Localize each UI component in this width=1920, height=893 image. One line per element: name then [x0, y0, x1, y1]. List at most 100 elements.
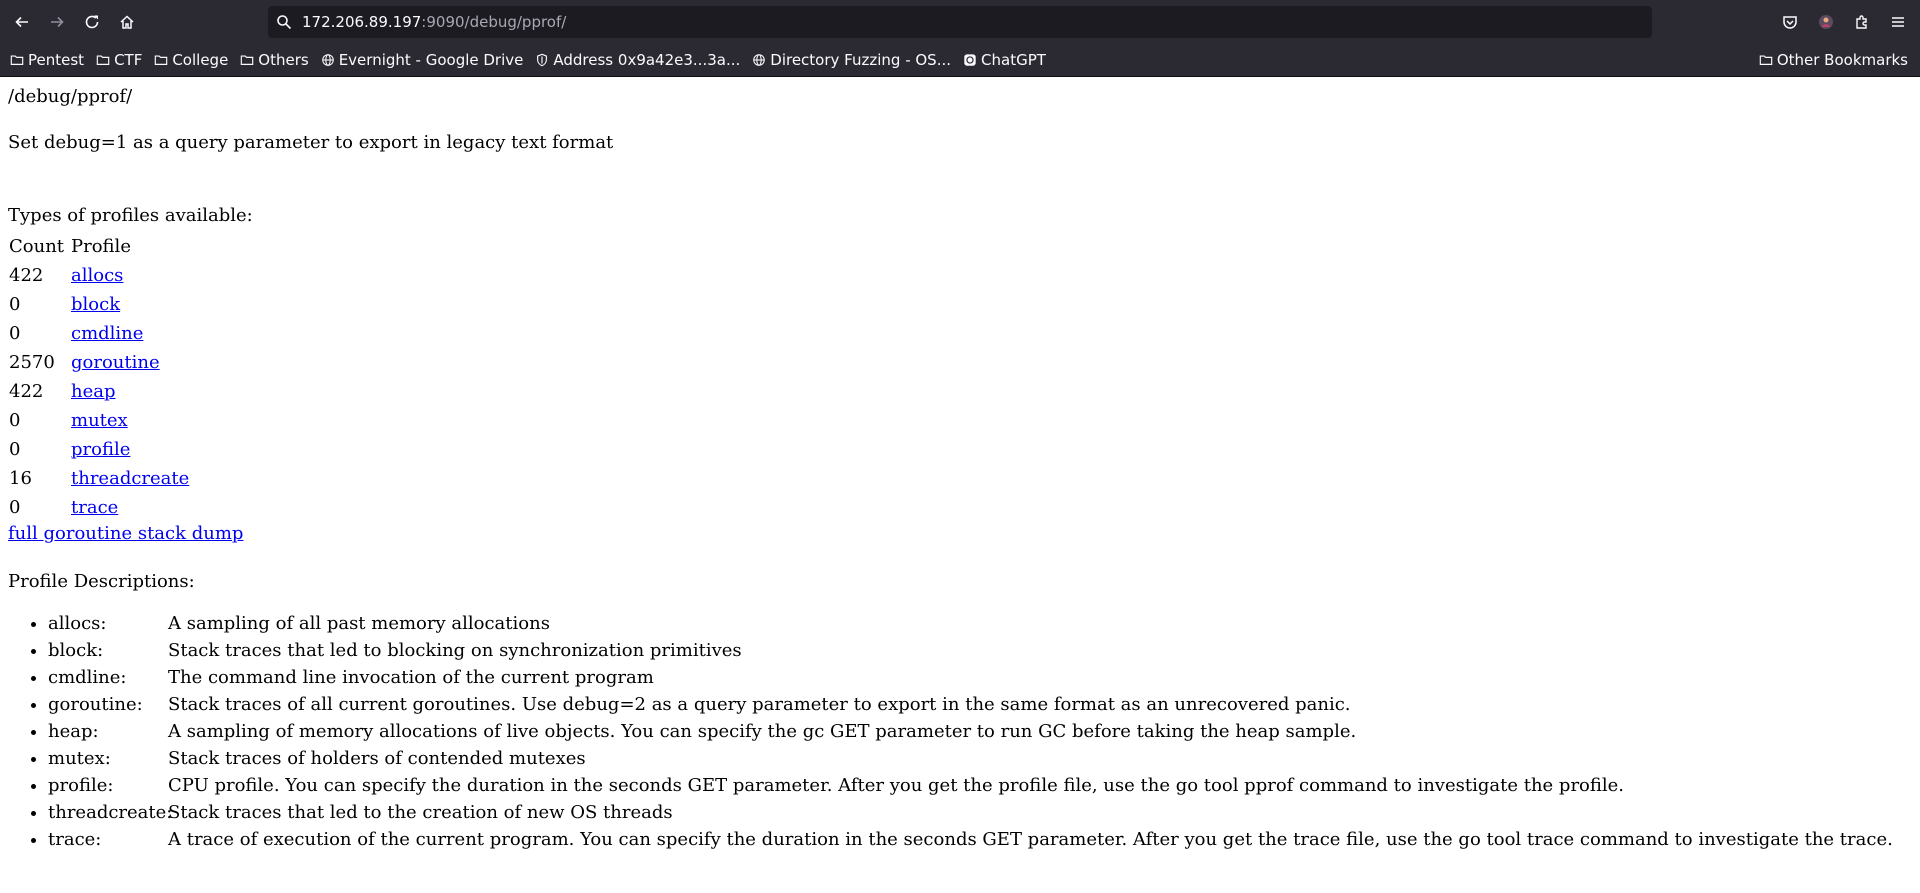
pocket-button[interactable]	[1774, 6, 1806, 38]
table-row: 422 allocs	[8, 262, 190, 289]
profile-count: 0	[9, 294, 21, 315]
reload-icon	[85, 15, 99, 29]
list-item: heap: A sampling of memory allocations of…	[48, 718, 1912, 745]
list-item: cmdline: The command line invocation of t…	[48, 664, 1912, 691]
full-goroutine-stack-dump-link[interactable]: full goroutine stack dump	[8, 522, 1912, 546]
profile-cell: threadcreate	[70, 465, 190, 492]
description-text: Stack traces of holders of contended mut…	[168, 748, 586, 769]
description-name: profile:	[48, 775, 114, 796]
bookmark-label: Directory Fuzzing - OS...	[770, 51, 952, 69]
profile-cell: cmdline	[70, 320, 190, 347]
profile-count: 422	[9, 381, 44, 402]
extensions-button[interactable]	[1846, 6, 1878, 38]
page-heading: /debug/pprof/	[8, 86, 133, 107]
table-row: 0 mutex	[8, 407, 190, 434]
bookmark-item[interactable]: Evernight - Google Drive	[315, 46, 530, 74]
bookmark-item[interactable]: Address 0x9a42e3...3a...	[529, 46, 746, 74]
description-text: Stack traces that led to blocking on syn…	[168, 640, 742, 661]
table-row: 0 block	[8, 291, 190, 318]
bookmark-label: CTF	[114, 51, 143, 69]
intro-text: Set debug=1 as a query parameter to expo…	[8, 132, 614, 153]
profile-cell: profile	[70, 436, 190, 463]
menu-button[interactable]	[1882, 6, 1914, 38]
other-bookmarks-label: Other Bookmarks	[1776, 51, 1908, 69]
profile-count: 0	[9, 410, 21, 431]
table-row: 0 profile	[8, 436, 190, 463]
table-header-row: Count Profile	[8, 233, 190, 260]
browser-toolbar: 172.206.89.197:9090/debug/pprof/	[0, 0, 1920, 44]
description-name: mutex:	[48, 748, 111, 769]
list-item: mutex: Stack traces of holders of contend…	[48, 745, 1912, 772]
forward-button[interactable]	[41, 6, 73, 38]
arrow-left-icon	[15, 16, 28, 28]
description-text: A sampling of memory allocations of live…	[168, 721, 1357, 742]
url-host: 172.206.89.197	[302, 13, 422, 31]
toolbar-right	[1770, 6, 1920, 38]
profile-link-mutex[interactable]: mutex	[71, 410, 128, 431]
reload-button[interactable]	[76, 6, 108, 38]
description-name: cmdline:	[48, 667, 127, 688]
profile-count: 422	[9, 265, 44, 286]
puzzle-icon	[1856, 15, 1867, 29]
description-name: goroutine:	[48, 694, 143, 715]
profile-link-threadcreate[interactable]: threadcreate	[71, 468, 189, 489]
back-button[interactable]	[6, 6, 38, 38]
arrow-right-icon	[51, 16, 64, 28]
bookmark-item[interactable]: College	[148, 46, 234, 74]
list-item: allocs: A sampling of all past memory all…	[48, 610, 1912, 637]
other-bookmarks[interactable]: Other Bookmarks	[1753, 46, 1914, 74]
bookmark-item[interactable]: CTF	[90, 46, 148, 74]
chatgpt-icon	[964, 54, 976, 66]
account-button[interactable]	[1810, 6, 1842, 38]
table-row: 2570 goroutine	[8, 349, 190, 376]
profile-count: 16	[9, 468, 32, 489]
search-icon	[277, 15, 292, 30]
bookmarks-bar: Pentest CTF College Others Evernight - Googl…	[0, 44, 1920, 77]
url-path: :9090/debug/pprof/	[421, 13, 567, 31]
list-item: goroutine: Stack traces of all current go…	[48, 691, 1912, 718]
profile-cell: goroutine	[70, 349, 190, 376]
description-text: CPU profile. You can specify the duratio…	[168, 775, 1625, 796]
description-name: heap:	[48, 721, 99, 742]
profile-link-heap[interactable]: heap	[71, 381, 116, 402]
profile-link-goroutine[interactable]: goroutine	[71, 352, 160, 373]
profile-cell: mutex	[70, 407, 190, 434]
description-text: Stack traces that led to the creation of…	[168, 802, 673, 823]
profile-header: Profile	[71, 236, 131, 257]
bookmark-label: ChatGPT	[981, 51, 1046, 69]
page-content: /debug/pprof/ Set debug=1 as a query par…	[0, 85, 1920, 853]
home-button[interactable]	[111, 6, 143, 38]
descriptions-list: allocs: A sampling of all past memory all…	[8, 610, 1912, 853]
profile-link-allocs[interactable]: allocs	[71, 265, 123, 286]
bookmark-label: Pentest	[28, 51, 85, 69]
url-bar[interactable]: 172.206.89.197:9090/debug/pprof/	[268, 6, 1652, 38]
profile-link-block[interactable]: block	[71, 294, 120, 315]
bookmark-label: Address 0x9a42e3...3a...	[553, 51, 741, 69]
bookmark-item[interactable]: Others	[234, 46, 314, 74]
list-item: block: Stack traces that led to blocking …	[48, 637, 1912, 664]
profile-link-profile[interactable]: profile	[71, 439, 130, 460]
profiles-table: Count Profile 422 allocs 0 block 0 cmdline 257…	[6, 231, 192, 523]
avatar-icon	[1819, 15, 1833, 29]
description-name: trace:	[48, 829, 102, 850]
home-icon	[120, 15, 134, 29]
shield-icon	[537, 53, 548, 67]
globe-icon	[321, 54, 334, 66]
profile-cell: allocs	[70, 262, 190, 289]
profile-count: 0	[9, 497, 21, 518]
bookmark-item[interactable]: ChatGPT	[957, 46, 1052, 74]
folder-icon	[96, 55, 110, 65]
description-text: A sampling of all past memory allocation…	[168, 613, 550, 634]
description-name: allocs:	[48, 613, 107, 634]
descriptions-label: Profile Descriptions:	[8, 571, 195, 592]
bookmark-item[interactable]: Pentest	[4, 46, 90, 74]
profile-count: 0	[9, 323, 21, 344]
description-text: A trace of execution of the current prog…	[168, 829, 1893, 850]
profile-link-trace[interactable]: trace	[71, 497, 118, 518]
types-label: Types of profiles available:	[8, 205, 253, 226]
bookmark-label: Others	[258, 51, 309, 69]
folder-icon	[1759, 55, 1773, 65]
pocket-icon	[1783, 16, 1797, 29]
bookmark-item[interactable]: Directory Fuzzing - OS...	[746, 46, 957, 74]
profile-link-cmdline[interactable]: cmdline	[71, 323, 143, 344]
